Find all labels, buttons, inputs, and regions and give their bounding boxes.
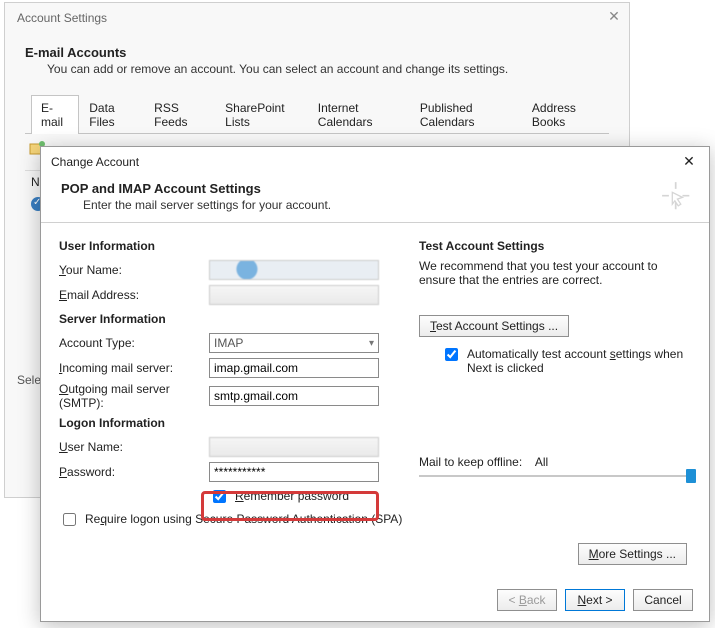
incoming-server-label: Incoming mail server: — [59, 361, 209, 375]
dialog-title: Change Account — [51, 155, 139, 169]
chevron-down-icon: ▾ — [369, 338, 374, 349]
tab-internet-cal[interactable]: Internet Calendars — [308, 95, 410, 134]
account-type-select: IMAP ▾ — [209, 333, 379, 353]
account-type-value: IMAP — [214, 336, 243, 350]
mail-keep-label: Mail to keep offline: — [419, 455, 522, 469]
remember-password-label: Remember password — [235, 489, 349, 503]
auto-test-row[interactable]: Automatically test account settings when… — [441, 347, 691, 375]
email-accounts-heading: E-mail Accounts — [25, 45, 609, 60]
your-name-field[interactable] — [209, 260, 379, 280]
change-account-dialog: Change Account ✕ POP and IMAP Account Se… — [40, 146, 710, 622]
close-icon[interactable]: ✕ — [607, 9, 621, 23]
email-accounts-sub: You can add or remove an account. You ca… — [47, 62, 609, 76]
window-title: Account Settings — [5, 3, 629, 29]
back-button: < Back — [497, 589, 557, 611]
password-field[interactable] — [209, 462, 379, 482]
cancel-button[interactable]: Cancel — [633, 589, 693, 611]
user-name-label: User Name: — [59, 440, 209, 454]
remember-password-checkbox[interactable] — [213, 490, 226, 503]
tab-address-books[interactable]: Address Books — [522, 95, 609, 134]
tab-email[interactable]: E-mail — [31, 95, 79, 134]
spa-label: Require logon using Secure Password Auth… — [85, 512, 402, 526]
test-settings-desc: We recommend that you test your account … — [419, 259, 691, 287]
dialog-subheading: Enter the mail server settings for your … — [83, 198, 331, 212]
tabstrip: E-mail Data Files RSS Feeds SharePoint L… — [25, 94, 609, 134]
tab-published-cal[interactable]: Published Calendars — [410, 95, 522, 134]
your-name-label: Your Name: — [59, 263, 209, 277]
test-account-button[interactable]: Test Account Settings ... — [419, 315, 569, 337]
user-info-heading: User Information — [59, 239, 407, 253]
server-info-heading: Server Information — [59, 312, 407, 326]
mail-keep-value: All — [535, 455, 548, 469]
tab-data-files[interactable]: Data Files — [79, 95, 144, 134]
email-address-label: Email Address: — [59, 288, 209, 302]
slider-thumb[interactable] — [686, 469, 696, 483]
user-name-field[interactable] — [209, 437, 379, 457]
close-icon[interactable]: ✕ — [679, 153, 699, 171]
mail-keep-slider[interactable] — [419, 475, 691, 477]
auto-test-label: Automatically test account settings when… — [467, 347, 691, 375]
account-type-label: Account Type: — [59, 336, 209, 350]
truncated-selected-label: Sele — [17, 373, 41, 387]
spa-checkbox[interactable] — [63, 513, 76, 526]
incoming-server-field[interactable] — [209, 358, 379, 378]
more-settings-button[interactable]: More Settings ... — [578, 543, 687, 565]
dialog-heading: POP and IMAP Account Settings — [61, 181, 331, 196]
outgoing-server-field[interactable] — [209, 386, 379, 406]
cursor-graphic-icon — [657, 177, 691, 211]
outgoing-server-label: Outgoing mail server (SMTP): — [59, 382, 209, 410]
password-label: Password: — [59, 465, 209, 479]
remember-password-row[interactable]: Remember password — [209, 489, 349, 506]
tab-sharepoint[interactable]: SharePoint Lists — [215, 95, 308, 134]
spa-row[interactable]: Require logon using Secure Password Auth… — [59, 512, 407, 529]
tab-rss[interactable]: RSS Feeds — [144, 95, 215, 134]
next-button[interactable]: Next > — [565, 589, 625, 611]
test-settings-heading: Test Account Settings — [419, 239, 691, 253]
logon-info-heading: Logon Information — [59, 416, 407, 430]
email-address-field[interactable] — [209, 285, 379, 305]
auto-test-checkbox[interactable] — [445, 348, 458, 361]
